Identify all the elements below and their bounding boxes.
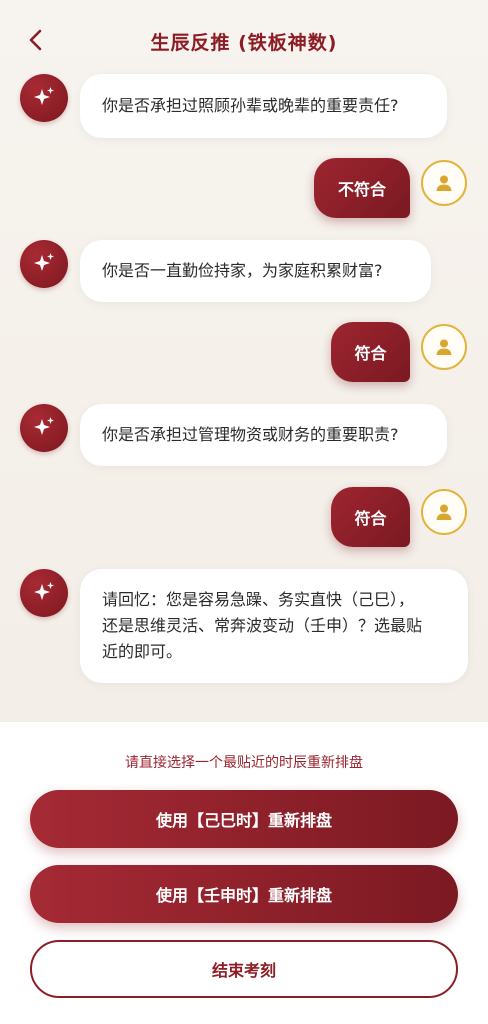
bot-message-row: 你是否一直勤俭持家，为家庭积累财富?	[0, 240, 488, 302]
user-bubble: 符合	[331, 487, 410, 547]
user-bubble: 符合	[331, 322, 410, 382]
user-message-text: 符合	[354, 344, 387, 363]
user-message-text: 不符合	[337, 180, 386, 199]
assistant-avatar	[20, 240, 68, 288]
bot-message-line: 请回忆：您是容易急躁、务实直快（己巳），	[102, 590, 415, 609]
sparkle-icon	[34, 582, 54, 600]
bot-message-row: 你是否承担过管理物资或财务的重要职责?	[0, 404, 488, 466]
person-icon	[436, 175, 452, 191]
assistant-avatar	[20, 74, 68, 122]
sparkle-icon	[34, 417, 54, 435]
sparkle-icon	[34, 253, 54, 271]
use-jisi-hour-button[interactable]: 使用【己巳时】重新排盘	[30, 790, 458, 848]
bot-bubble: 你是否一直勤俭持家，为家庭积累财富?	[80, 240, 431, 302]
user-message-row: 符合	[0, 487, 488, 547]
user-message-row: 不符合	[0, 158, 488, 218]
action-panel: 请直接选择一个最贴近的时辰重新排盘 使用【己巳时】重新排盘 使用【壬申时】重新排…	[0, 722, 488, 1024]
bot-message-row: 请回忆：您是容易急躁、务实直快（己巳）， 还是思维灵活、常奔波变动（壬申）？选最…	[0, 569, 488, 683]
bot-message-text: 你是否承担过管理物资或财务的重要职责?	[102, 425, 399, 444]
use-renshen-hour-button[interactable]: 使用【壬申时】重新排盘	[30, 865, 458, 923]
user-avatar	[421, 324, 467, 370]
assistant-avatar	[20, 569, 68, 617]
bot-bubble: 你是否承担过管理物资或财务的重要职责?	[80, 404, 447, 466]
user-message-text: 符合	[354, 509, 387, 528]
user-avatar	[421, 489, 467, 535]
page-title: 生辰反推 (铁板神数)	[150, 32, 338, 54]
user-bubble: 不符合	[314, 158, 410, 218]
user-avatar	[421, 160, 467, 206]
bot-message-row: 你是否承担过照顾孙辈或晚辈的重要责任?	[0, 74, 488, 138]
user-message-row: 符合	[0, 322, 488, 382]
bot-bubble: 你是否承担过照顾孙辈或晚辈的重要责任?	[80, 74, 447, 138]
bot-message-text: 你是否一直勤俭持家，为家庭积累财富?	[102, 261, 383, 280]
person-icon	[436, 504, 452, 520]
person-icon	[436, 339, 452, 355]
assistant-avatar	[20, 404, 68, 452]
action-hint: 请直接选择一个最贴近的时辰重新排盘	[125, 755, 363, 771]
sparkle-icon	[34, 87, 54, 105]
header: 生辰反推 (铁板神数)	[0, 0, 488, 80]
bot-message-line: 还是思维灵活、常奔波变动（壬申）？选最贴	[102, 616, 423, 635]
bot-message-text: 你是否承担过照顾孙辈或晚辈的重要责任?	[102, 96, 399, 115]
bot-message-line: 近的即可。	[102, 642, 183, 661]
bot-bubble: 请回忆：您是容易急躁、务实直快（己巳）， 还是思维灵活、常奔波变动（壬申）？选最…	[80, 569, 468, 683]
end-calibration-button[interactable]: 结束考刻	[30, 940, 458, 998]
